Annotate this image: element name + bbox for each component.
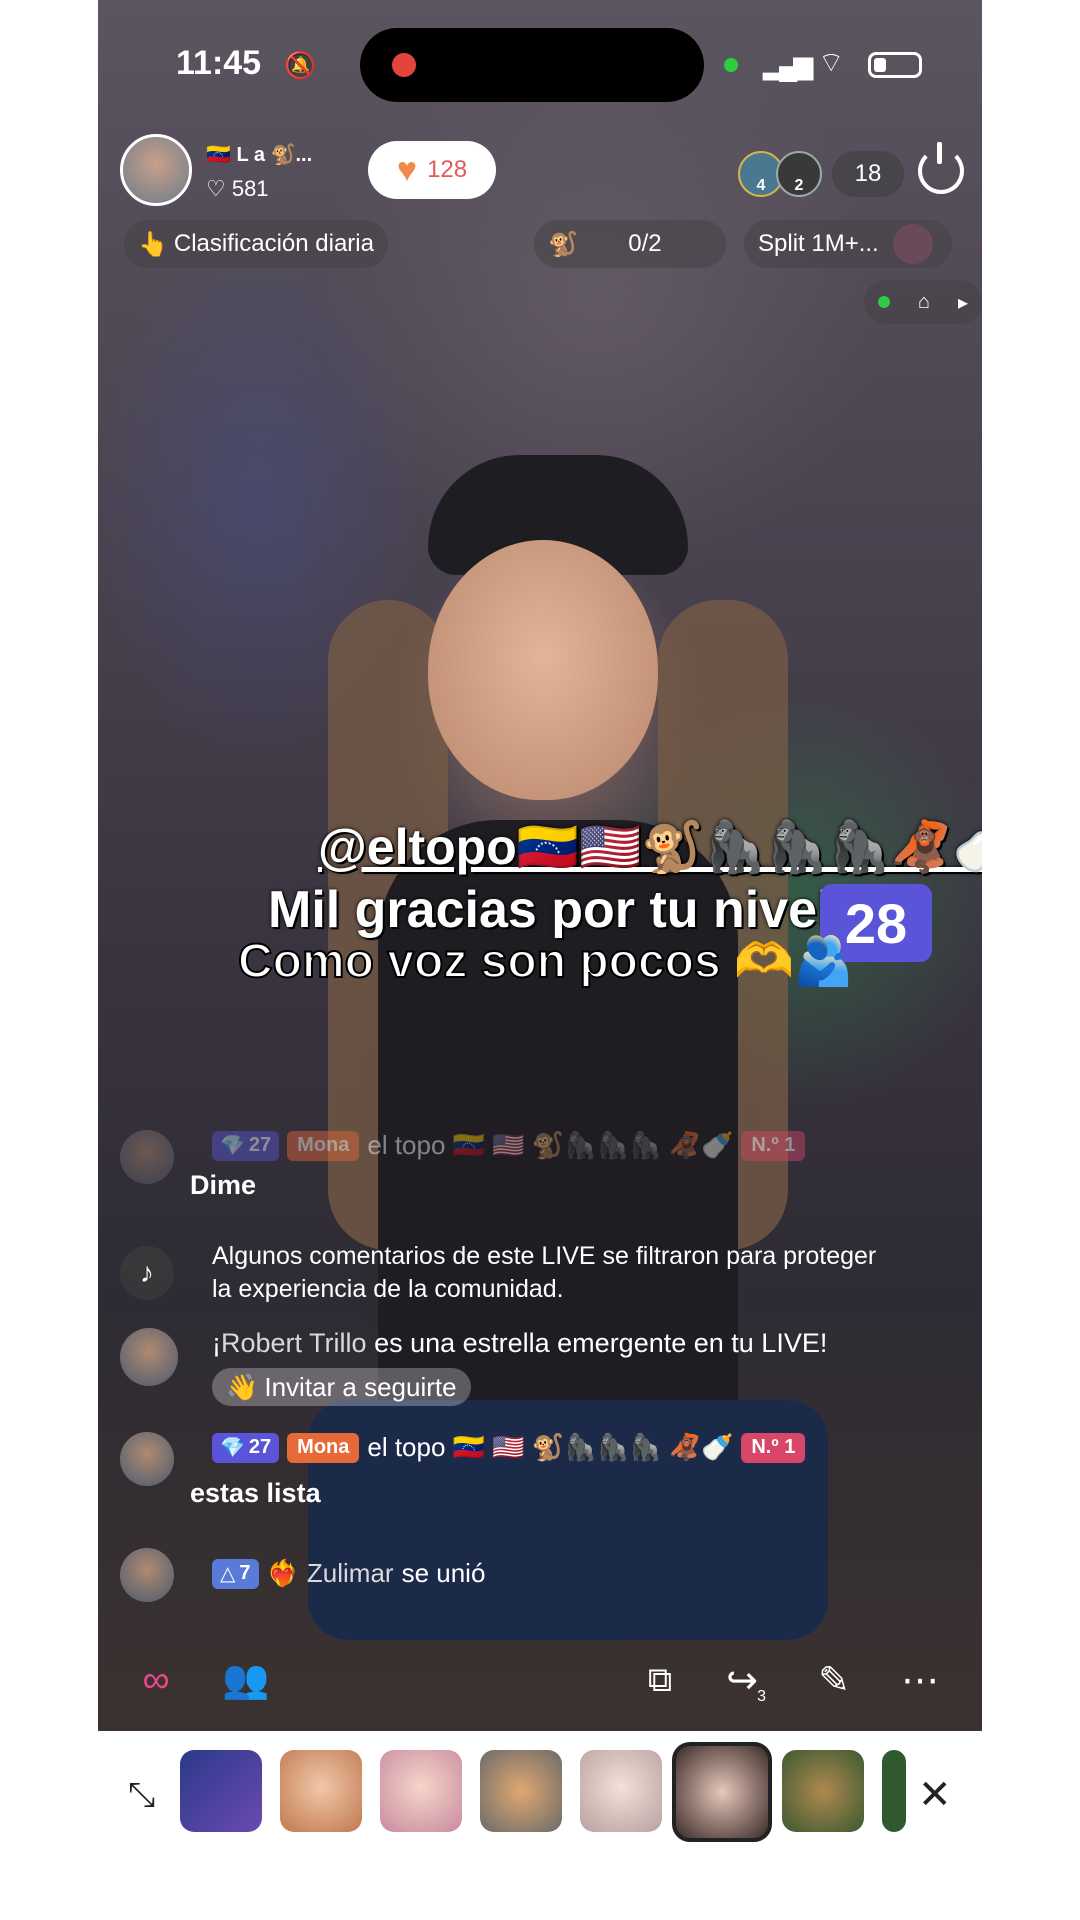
home-icon: ⌂ — [917, 290, 931, 313]
effect-thumb[interactable] — [580, 1750, 662, 1832]
recording-icon — [392, 53, 416, 77]
chat-avatar[interactable] — [120, 1328, 178, 1386]
streamer-face — [428, 540, 658, 800]
signal-icon: ▂▄▆ — [763, 50, 813, 80]
wave-icon: 👋 — [226, 1371, 259, 1402]
power-icon[interactable] — [918, 142, 964, 194]
viewer-rank: 2 — [794, 177, 804, 194]
chat-text: se unió — [401, 1558, 486, 1588]
viewer-avatar[interactable]: 2 — [776, 151, 822, 197]
status-time: 11:45 — [176, 44, 262, 82]
match-progress: 0/2 — [628, 230, 662, 257]
effect-thumb[interactable] — [180, 1750, 262, 1832]
level-badge: △ 7 — [212, 1558, 259, 1589]
chat-item[interactable]: △ 7 ❤️‍🔥 Zulimar se unió — [120, 1548, 960, 1608]
expand-icon[interactable]: ⤡ — [128, 1776, 155, 1815]
overlay-subtitle: Como voz son pocos 🫶🫂 — [237, 934, 855, 989]
fire-icon: 👆 — [138, 230, 168, 258]
link-icon[interactable]: ∞ — [126, 1650, 186, 1710]
effect-thumb[interactable] — [480, 1750, 562, 1832]
match-badge[interactable]: 🐒 0/2 — [534, 220, 726, 268]
effect-thumb-selected[interactable] — [672, 1742, 772, 1842]
chat-message: Dime — [190, 1170, 257, 1200]
daily-ranking-badge[interactable]: 👆 Clasificación diaria — [124, 220, 388, 268]
like-button[interactable]: ♥ 128 — [368, 141, 496, 199]
share-icon[interactable]: ↪ 3 — [712, 1650, 772, 1710]
live-video: 11:45 🔕 ▂▄▆ ⌔ 🇻🇪 L a 🐒... ♡ 581 ♥ 128 4 … — [98, 0, 982, 1731]
chat-prefix: ¡ — [212, 1328, 221, 1358]
bell-slash-icon: 🔕 — [284, 50, 317, 80]
level-badge: 💎 27 — [212, 1130, 280, 1161]
chat-username[interactable]: el topo 🇻🇪 🇺🇸 🐒🦍🦍🦍 🦧🍼 — [367, 1130, 733, 1161]
monkey-icon: 🐒 — [548, 230, 578, 258]
chat-avatar[interactable] — [120, 1130, 174, 1184]
split-label: Split 1M+... — [758, 230, 879, 257]
chat-system-item: ♪ Algunos comentarios de este LIVE se fi… — [120, 1240, 960, 1320]
split-avatar — [892, 224, 933, 264]
host-name: 🇻🇪 L a 🐒... — [206, 144, 313, 166]
pencil-icon[interactable]: ✎ — [804, 1650, 864, 1710]
top-viewers[interactable]: 4 2 18 — [738, 148, 904, 200]
effect-thumb[interactable] — [882, 1750, 906, 1832]
rank-badge: N.º 1 — [741, 1130, 806, 1161]
dynamic-island — [360, 28, 704, 102]
heart-icon: ♥ — [396, 150, 418, 189]
split-badge[interactable]: Split 1M+... — [744, 220, 952, 268]
rank-badge: N.º 1 — [741, 1432, 806, 1463]
overlay-thanks: Mil gracias por tu nivel — [268, 881, 832, 939]
host-likes: ♡ 581 — [206, 176, 269, 201]
close-icon[interactable]: ✕ — [918, 1772, 952, 1818]
invite-follow-label: Invitar a seguirte — [264, 1371, 457, 1402]
chat-item[interactable]: ¡Robert Trillo es una estrella emergente… — [120, 1328, 960, 1418]
viewer-count[interactable]: 18 — [832, 151, 904, 197]
live-indicator-icon — [877, 296, 890, 308]
chat-username[interactable]: Zulimar — [307, 1558, 394, 1589]
chat-message: estas lista — [190, 1478, 321, 1508]
daily-ranking-label: Clasificación diaria — [173, 230, 374, 257]
battery-icon — [868, 52, 922, 78]
chat-avatar[interactable] — [120, 1432, 174, 1486]
effect-thumb[interactable] — [380, 1750, 462, 1832]
live-controls[interactable]: ⌂ ▸ — [864, 280, 982, 324]
people-icon[interactable]: 👥 — [216, 1650, 276, 1710]
heart-icon: ❤️‍🔥 — [266, 1558, 299, 1588]
more-icon[interactable]: ⋯ — [890, 1650, 950, 1710]
host-card[interactable]: 🇻🇪 L a 🐒... ♡ 581 ♥ 128 — [120, 134, 496, 206]
comment-icon[interactable]: ⧉ — [630, 1650, 690, 1710]
fan-badge: Mona — [287, 1432, 360, 1463]
effect-thumb[interactable] — [782, 1750, 864, 1832]
fan-badge: Mona — [287, 1130, 360, 1161]
host-avatar[interactable] — [120, 134, 192, 206]
system-message: Algunos comentarios de este LIVE se filt… — [212, 1242, 877, 1303]
invite-follow-button[interactable]: 👋 Invitar a seguirte — [212, 1368, 471, 1406]
chat-text: es una estrella emergente en tu LIVE! — [374, 1328, 828, 1358]
level-badge: 💎 27 — [212, 1432, 280, 1463]
tiktok-icon: ♪ — [120, 1246, 174, 1300]
play-icon: ▸ — [957, 291, 969, 314]
camera-indicator-icon — [724, 58, 738, 72]
chat-avatar[interactable] — [120, 1548, 174, 1602]
share-count: 3 — [757, 1688, 766, 1705]
viewer-rank: 4 — [756, 177, 766, 194]
effect-thumb[interactable] — [280, 1750, 362, 1832]
chat-username[interactable]: Robert Trillo — [221, 1328, 367, 1358]
like-count: 128 — [427, 156, 468, 183]
wifi-icon: ⌔ — [818, 47, 845, 78]
chat-username[interactable]: el topo 🇻🇪 🇺🇸 🐒🦍🦍🦍 🦧🍼 — [367, 1432, 733, 1463]
overlay-username: @eltopo🇻🇪🇺🇸🐒🦍🦍🦍🦧🍼 — [318, 819, 982, 875]
